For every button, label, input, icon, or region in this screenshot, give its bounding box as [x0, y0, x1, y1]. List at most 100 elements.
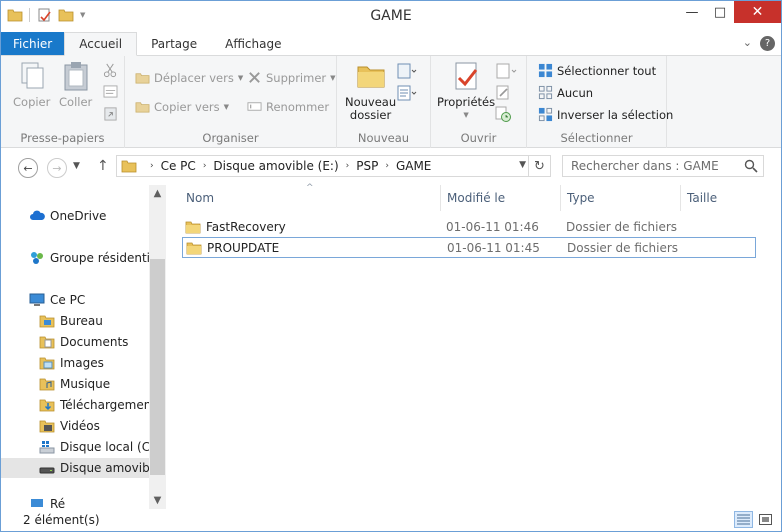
select-none-label: Aucun [557, 85, 594, 100]
homegroup-icon [31, 252, 43, 264]
nav-item-musique[interactable]: Musique [1, 374, 149, 394]
maximize-button[interactable]: □ [706, 1, 734, 23]
copy-button[interactable]: Copier [13, 60, 50, 109]
open-icon[interactable] [495, 63, 519, 79]
nav-item-groupe-residentiel[interactable]: Groupe résidentiel [1, 248, 149, 268]
large-icons-view-icon [759, 514, 772, 525]
column-divider[interactable] [440, 185, 441, 211]
desktop-folder-icon [39, 315, 55, 328]
breadcrumb-psp[interactable]: PSP [356, 159, 378, 173]
delete-button[interactable]: Supprimer ▼ [247, 70, 336, 85]
invert-selection-button[interactable]: Inverser la sélection [538, 107, 673, 122]
sort-ascending-icon: ^ [306, 183, 314, 193]
file-row[interactable]: FastRecovery 01-06-11 01:46 Dossier de f… [182, 216, 756, 237]
nav-item-bureau[interactable]: Bureau [1, 311, 149, 331]
column-modified-label: Modifié le [447, 191, 506, 205]
move-to-icon [135, 73, 150, 84]
recent-locations-icon[interactable]: ▼ [73, 161, 80, 171]
window-controls: — □ ✕ [678, 1, 781, 23]
nav-item-ce-pc[interactable]: Ce PC [1, 290, 149, 310]
copy-to-label: Copier vers [154, 99, 220, 114]
nav-label-onedrive: OneDrive [50, 209, 107, 223]
copy-path-icon[interactable] [103, 85, 118, 98]
address-bar[interactable]: › Ce PC › Disque amovible (E:) › PSP › G… [116, 155, 551, 177]
scroll-up-icon[interactable]: ▲ [149, 185, 166, 202]
column-header-modified[interactable]: Modifié le [447, 185, 505, 211]
select-all-button[interactable]: Sélectionner tout [538, 63, 656, 78]
back-button[interactable]: ← [18, 158, 38, 178]
breadcrumb-ce-pc[interactable]: Ce PC [161, 159, 196, 173]
folder-icon [186, 242, 202, 254]
search-input[interactable]: Rechercher dans : GAME [562, 155, 764, 177]
breadcrumb-disque-amovible[interactable]: Disque amovible (E:) [213, 159, 338, 173]
details-view-button[interactable] [734, 511, 753, 528]
select-none-button[interactable]: Aucun [538, 85, 593, 100]
local-disk-icon [39, 441, 55, 454]
delete-icon [249, 72, 260, 83]
up-button[interactable]: ↑ [97, 158, 109, 174]
address-history-icon[interactable]: ▼ [519, 160, 526, 170]
nav-item-telechargements[interactable]: Téléchargements [1, 395, 149, 415]
column-divider[interactable] [560, 185, 561, 211]
column-type-label: Type [567, 191, 595, 205]
new-folder-label-line2: dossier [349, 108, 392, 122]
cloud-icon [30, 210, 45, 220]
view-switcher [734, 511, 775, 528]
select-none-icon [538, 85, 553, 100]
videos-folder-icon [39, 420, 55, 433]
arrow-right-icon: → [52, 161, 62, 175]
breadcrumb-game[interactable]: GAME [396, 159, 431, 173]
nav-item-disque-amovible[interactable]: Disque amovible [1, 458, 149, 478]
rename-button[interactable]: Renommer [247, 99, 329, 114]
file-name-cell: PROUPDATE [186, 240, 279, 256]
scrollbar-thumb[interactable] [150, 259, 165, 475]
paste-shortcut-icon[interactable] [103, 106, 118, 121]
nav-item-onedrive[interactable]: OneDrive [1, 206, 149, 226]
pictures-folder-icon [39, 357, 55, 370]
nav-scrollbar[interactable]: ▲ ▼ [149, 185, 166, 509]
music-folder-icon [39, 378, 55, 391]
cut-icon[interactable] [103, 63, 118, 78]
scroll-down-icon[interactable]: ▼ [149, 492, 166, 509]
select-all-label: Sélectionner tout [557, 63, 657, 78]
tab-affichage[interactable]: Affichage [211, 32, 295, 55]
help-icon[interactable]: ? [760, 36, 775, 51]
properties-button[interactable]: Propriétés ▼ [437, 60, 495, 122]
column-divider[interactable] [680, 185, 681, 211]
tab-partage[interactable]: Partage [137, 32, 211, 55]
column-header-type[interactable]: Type [567, 185, 595, 211]
group-label-ouvrir: Ouvrir [460, 131, 497, 145]
file-name: PROUPDATE [207, 240, 280, 255]
move-to-button[interactable]: Déplacer vers ▼ [135, 70, 243, 85]
dropdown-caret-icon: ▼ [237, 73, 244, 82]
copy-to-button[interactable]: Copier vers ▼ [135, 99, 229, 114]
documents-folder-icon [39, 336, 55, 349]
expand-ribbon-icon[interactable]: ⌄ [743, 36, 752, 51]
group-presse-papiers: Copier Coller Presse-papiers [1, 56, 125, 148]
nav-item-images[interactable]: Images [1, 353, 149, 373]
file-row[interactable]: PROUPDATE 01-06-11 01:45 Dossier de fich… [182, 237, 756, 258]
close-button[interactable]: ✕ [734, 1, 781, 23]
nav-label-truncated: Ré [50, 497, 66, 509]
large-icons-view-button[interactable] [756, 511, 775, 528]
history-icon[interactable] [495, 106, 511, 122]
forward-button[interactable]: → [47, 158, 67, 178]
ribbon-options: ⌄ ? [743, 36, 775, 51]
tab-fichier[interactable]: Fichier [1, 32, 65, 55]
nav-item-reseau[interactable]: Ré [1, 497, 149, 509]
minimize-button[interactable]: — [678, 1, 706, 23]
refresh-button[interactable]: ↻ [528, 156, 550, 176]
nav-label-images: Images [60, 356, 104, 370]
file-name-cell: FastRecovery [185, 219, 286, 235]
easy-access-icon[interactable] [397, 85, 417, 101]
new-folder-button[interactable]: Nouveau dossier [345, 60, 396, 122]
nav-item-disque-local[interactable]: Disque local (C:) [1, 437, 149, 457]
column-header-size[interactable]: Taille [687, 185, 717, 211]
paste-button[interactable]: Coller [59, 60, 92, 109]
tab-accueil[interactable]: Accueil [64, 32, 138, 56]
nav-item-documents[interactable]: Documents [1, 332, 149, 352]
edit-icon[interactable] [495, 84, 511, 100]
nav-item-videos[interactable]: Vidéos [1, 416, 149, 436]
new-item-icon[interactable] [397, 63, 417, 79]
column-header-name[interactable]: Nom [186, 185, 214, 211]
